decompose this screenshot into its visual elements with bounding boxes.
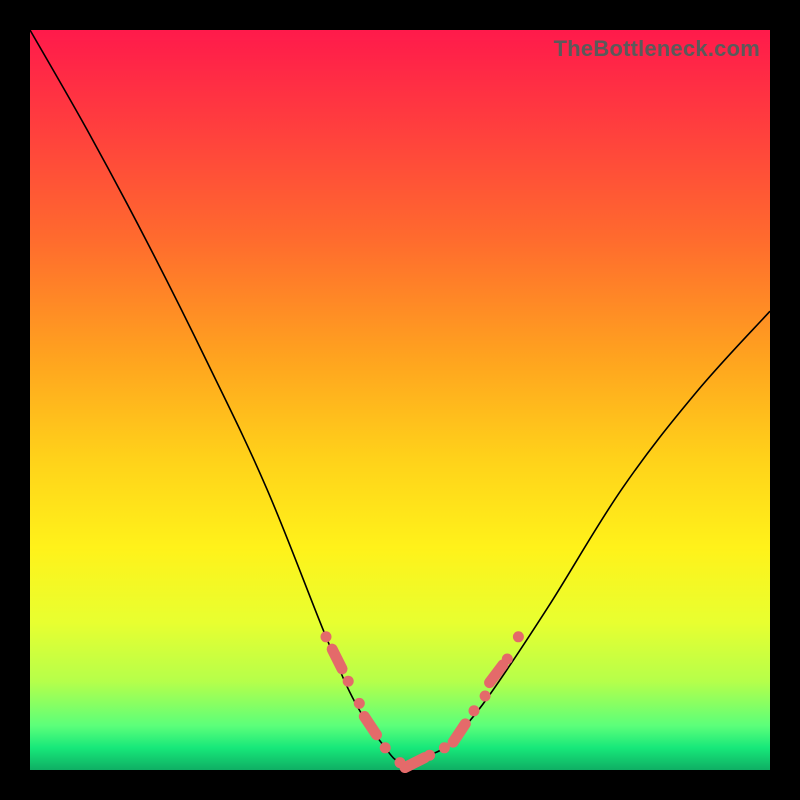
curve-svg (30, 30, 770, 770)
trough-dash (332, 649, 342, 669)
trough-dash (364, 716, 376, 734)
trough-dot (321, 631, 332, 642)
bottleneck-curve (30, 30, 770, 764)
trough-dash (405, 758, 425, 768)
plot-area: TheBottleneck.com (30, 30, 770, 770)
trough-markers (321, 631, 524, 768)
trough-dot (424, 750, 435, 761)
trough-dot (469, 705, 480, 716)
chart-frame: TheBottleneck.com (0, 0, 800, 800)
trough-dot (502, 654, 513, 665)
trough-dot (480, 691, 491, 702)
trough-dot (380, 742, 391, 753)
trough-dot (354, 698, 365, 709)
trough-dot (513, 631, 524, 642)
trough-dot (343, 676, 354, 687)
trough-dash (453, 724, 465, 742)
